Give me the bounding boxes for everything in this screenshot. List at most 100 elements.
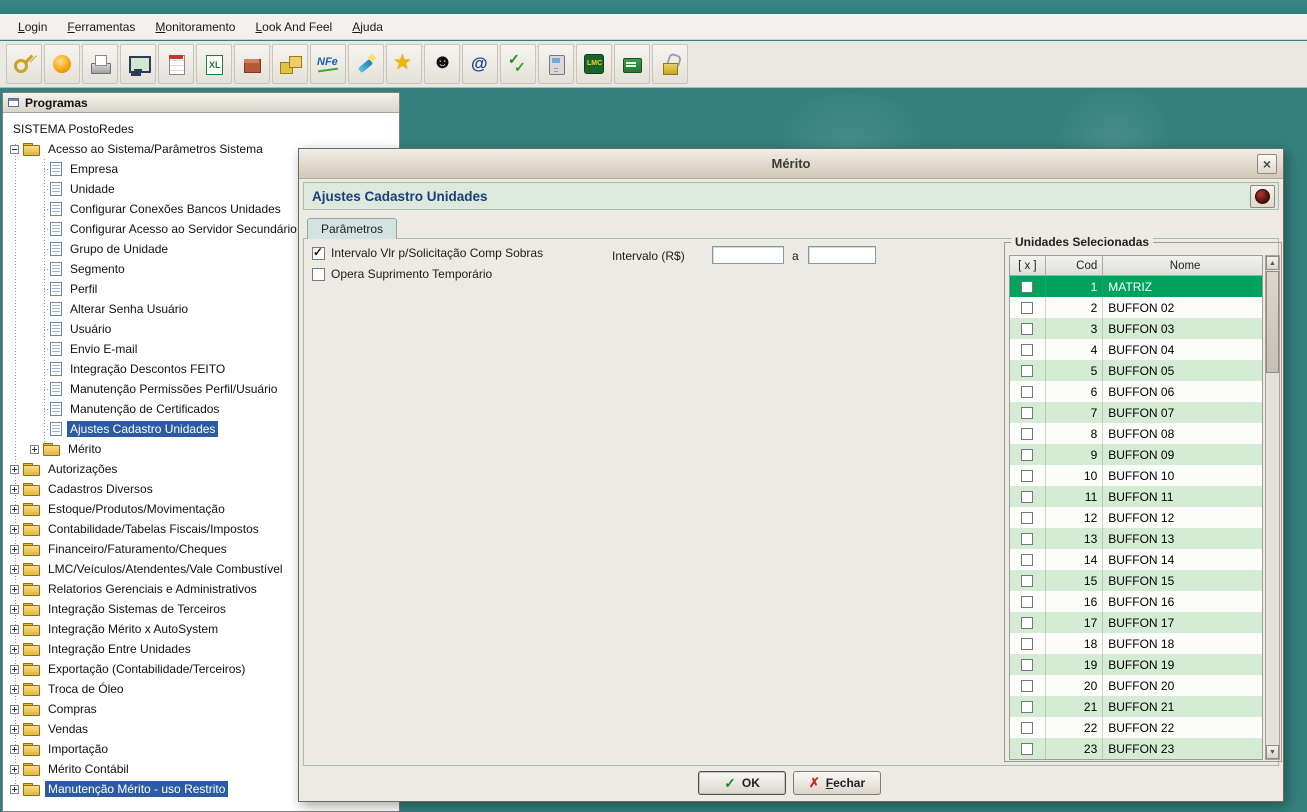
unit-row[interactable]: 11BUFFON 11 <box>1010 486 1262 507</box>
unit-row[interactable]: 12BUFFON 12 <box>1010 507 1262 528</box>
star-button[interactable] <box>386 44 422 84</box>
unit-row[interactable]: 14BUFFON 14 <box>1010 549 1262 570</box>
menu-item-look-and-feel[interactable]: Look And Feel <box>245 17 342 37</box>
notepad-button[interactable] <box>158 44 194 84</box>
unit-checkbox[interactable] <box>1021 617 1033 629</box>
expand-plus-icon[interactable] <box>10 545 19 554</box>
spreadsheet-button[interactable] <box>196 44 232 84</box>
expand-plus-icon[interactable] <box>10 785 19 794</box>
unit-row[interactable]: 7BUFFON 07 <box>1010 402 1262 423</box>
ok-button[interactable]: ✓ OK <box>698 771 786 795</box>
column-header[interactable]: [ x ] <box>1010 256 1046 276</box>
unit-row[interactable]: 15BUFFON 15 <box>1010 570 1262 591</box>
expand-plus-icon[interactable] <box>10 645 19 654</box>
unit-checkbox[interactable] <box>1021 701 1033 713</box>
interval-to-input[interactable] <box>808 246 876 264</box>
contact-face-button[interactable] <box>424 44 460 84</box>
expand-plus-icon[interactable] <box>10 725 19 734</box>
menu-item-login[interactable]: Login <box>8 17 57 37</box>
unit-checkbox[interactable] <box>1021 470 1033 482</box>
unit-checkbox[interactable] <box>1021 722 1033 734</box>
menu-item-ajuda[interactable]: Ajuda <box>342 17 393 37</box>
unit-row[interactable]: 18BUFFON 18 <box>1010 633 1262 654</box>
ledger-book-button[interactable] <box>614 44 650 84</box>
unit-checkbox[interactable] <box>1021 428 1033 440</box>
unit-row[interactable]: 5BUFFON 05 <box>1010 360 1262 381</box>
expand-plus-icon[interactable] <box>10 505 19 514</box>
expand-plus-icon[interactable] <box>10 565 19 574</box>
package-button[interactable] <box>234 44 270 84</box>
unit-row[interactable]: 4BUFFON 04 <box>1010 339 1262 360</box>
expand-plus-icon[interactable] <box>10 465 19 474</box>
unit-row[interactable]: 23BUFFON 23 <box>1010 738 1262 759</box>
unit-row[interactable]: 2BUFFON 02 <box>1010 297 1262 318</box>
expand-plus-icon[interactable] <box>10 765 19 774</box>
unit-row[interactable]: 8BUFFON 08 <box>1010 423 1262 444</box>
unit-checkbox[interactable] <box>1021 680 1033 692</box>
expand-plus-icon[interactable] <box>10 525 19 534</box>
unit-checkbox[interactable] <box>1021 407 1033 419</box>
dialog-titlebar[interactable]: Mérito <box>299 149 1283 179</box>
dialog-header-button[interactable] <box>1250 185 1275 208</box>
units-scrollbar[interactable]: ▲ ▼ <box>1265 255 1280 760</box>
expand-plus-icon[interactable] <box>10 625 19 634</box>
open-padlock-button[interactable] <box>652 44 688 84</box>
unit-row[interactable]: 1MATRIZ <box>1010 276 1262 297</box>
expand-plus-icon[interactable] <box>10 665 19 674</box>
unit-row[interactable]: 22BUFFON 22 <box>1010 717 1262 738</box>
scroll-down-button[interactable]: ▼ <box>1266 745 1279 759</box>
scroll-up-button[interactable]: ▲ <box>1266 256 1279 270</box>
programs-panel-header[interactable]: Programas <box>3 93 399 113</box>
tab-parametros[interactable]: Parâmetros <box>307 218 397 239</box>
unit-row[interactable]: 17BUFFON 17 <box>1010 612 1262 633</box>
unit-row[interactable]: 21BUFFON 21 <box>1010 696 1262 717</box>
nfe-button[interactable] <box>310 44 346 84</box>
menu-item-monitoramento[interactable]: Monitoramento <box>145 17 245 37</box>
key-button[interactable] <box>6 44 42 84</box>
unit-checkbox[interactable] <box>1021 323 1033 335</box>
expand-plus-icon[interactable] <box>10 745 19 754</box>
unit-row[interactable]: 9BUFFON 09 <box>1010 444 1262 465</box>
checklist-button[interactable] <box>500 44 536 84</box>
expand-plus-icon[interactable] <box>10 485 19 494</box>
card-terminal-button[interactable] <box>538 44 574 84</box>
opera-checkbox[interactable]: ✓ <box>312 268 325 281</box>
paintbrush-button[interactable] <box>348 44 384 84</box>
unit-row[interactable]: 16BUFFON 16 <box>1010 591 1262 612</box>
email-at-button[interactable] <box>462 44 498 84</box>
unit-checkbox[interactable] <box>1021 365 1033 377</box>
unit-row[interactable]: 13BUFFON 13 <box>1010 528 1262 549</box>
unit-checkbox[interactable] <box>1021 512 1033 524</box>
unit-checkbox[interactable] <box>1021 659 1033 671</box>
expand-plus-icon[interactable] <box>30 445 39 454</box>
fechar-button[interactable]: ✗ Fechar <box>793 771 881 795</box>
expand-plus-icon[interactable] <box>10 705 19 714</box>
unit-checkbox[interactable] <box>1021 281 1033 293</box>
pos-monitor-button[interactable] <box>120 44 156 84</box>
unit-row[interactable]: 10BUFFON 10 <box>1010 465 1262 486</box>
printer-button[interactable] <box>82 44 118 84</box>
packages-button[interactable] <box>272 44 308 84</box>
unit-checkbox[interactable] <box>1021 596 1033 608</box>
unit-checkbox[interactable] <box>1021 533 1033 545</box>
collapse-minus-icon[interactable] <box>10 145 19 154</box>
unit-row[interactable]: 3BUFFON 03 <box>1010 318 1262 339</box>
expand-plus-icon[interactable] <box>10 585 19 594</box>
unit-checkbox[interactable] <box>1021 554 1033 566</box>
unit-checkbox[interactable] <box>1021 491 1033 503</box>
expand-plus-icon[interactable] <box>10 605 19 614</box>
unit-checkbox[interactable] <box>1021 386 1033 398</box>
tree-node[interactable]: SISTEMA PostoRedes <box>3 119 399 139</box>
unit-checkbox[interactable] <box>1021 344 1033 356</box>
unit-row[interactable]: 20BUFFON 20 <box>1010 675 1262 696</box>
scroll-thumb[interactable] <box>1266 271 1279 373</box>
unit-checkbox[interactable] <box>1021 638 1033 650</box>
coin-button[interactable] <box>44 44 80 84</box>
interval-from-input[interactable] <box>712 246 784 264</box>
unit-checkbox[interactable] <box>1021 743 1033 755</box>
unit-checkbox[interactable] <box>1021 302 1033 314</box>
unit-checkbox[interactable] <box>1021 575 1033 587</box>
expand-plus-icon[interactable] <box>10 685 19 694</box>
unit-row[interactable]: 19BUFFON 19 <box>1010 654 1262 675</box>
intervalo-checkbox[interactable]: ✓ <box>312 247 325 260</box>
